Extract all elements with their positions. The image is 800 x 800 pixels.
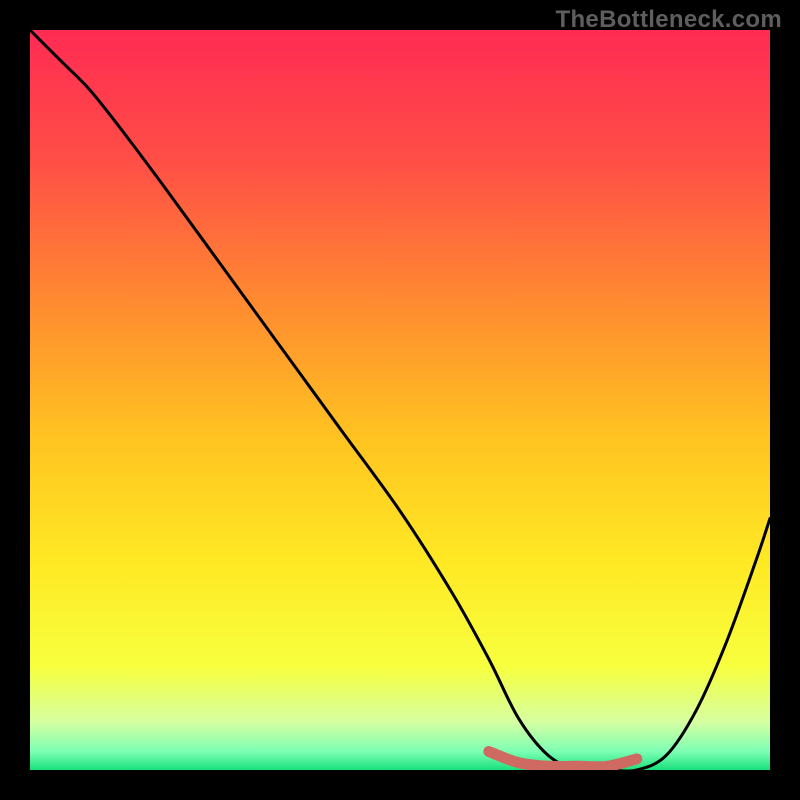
watermark-text: TheBottleneck.com	[556, 6, 782, 34]
chart-svg	[30, 30, 770, 770]
plot-area	[30, 30, 770, 770]
chart-frame: TheBottleneck.com	[0, 0, 800, 800]
gradient-background	[30, 30, 770, 770]
